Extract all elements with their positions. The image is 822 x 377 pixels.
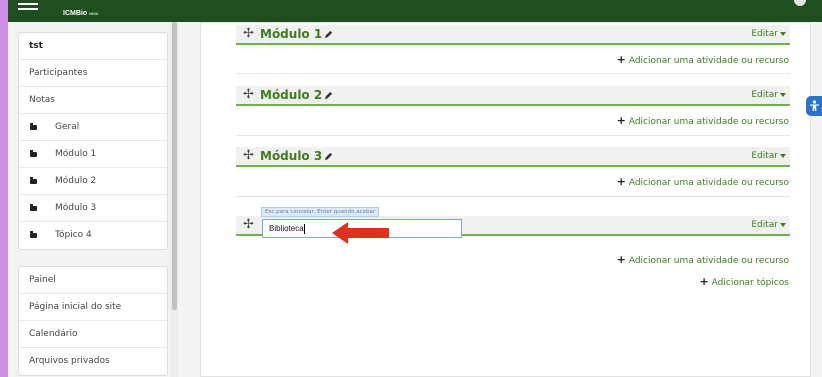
folder-icon (30, 177, 37, 184)
move-icon[interactable]: ✢ (243, 26, 254, 41)
nav-drawer: tst Participantes Notas Geral Módulo 1 M… (8, 22, 180, 377)
add-topics-link[interactable]: + Adicionar tópicos (699, 275, 789, 288)
add-activity-link[interactable]: + Adicionar uma atividade ou recurso (617, 114, 789, 127)
add-activity-label: Adicionar uma atividade ou recurso (628, 56, 789, 66)
add-activity-label: Adicionar uma atividade ou recurso (628, 178, 789, 188)
caret-down-icon (780, 92, 786, 97)
course-nav-block: tst Participantes Notas Geral Módulo 1 M… (18, 32, 168, 250)
text-cursor (303, 223, 305, 234)
add-activity-link[interactable]: + Adicionar uma atividade ou recurso (617, 175, 789, 188)
folder-icon (30, 204, 37, 211)
folder-icon (30, 231, 37, 238)
nav-item-geral[interactable]: Geral (19, 114, 167, 141)
annotation-arrow-icon (332, 222, 389, 244)
add-activity-link[interactable]: + Adicionar uma atividade ou recurso (617, 53, 789, 66)
nav-item-modulo-3[interactable]: Módulo 3 (19, 195, 167, 222)
section-header: ✢ Módulo 2 Editar (236, 86, 790, 106)
section-divider (236, 73, 790, 74)
nav-item-course[interactable]: tst (19, 33, 167, 60)
logo-sub: MMA (89, 11, 99, 16)
course-section: ✢ Módulo 1 Editar (236, 25, 790, 45)
add-activity-label: Adicionar uma atividade ou recurso (628, 117, 789, 127)
plus-icon: + (616, 253, 626, 266)
nav-item-arquivos[interactable]: Arquivos privados (19, 348, 167, 375)
accessibility-button[interactable] (806, 96, 822, 116)
nav-item-label: Módulo 3 (55, 203, 97, 213)
course-content: ✢ Módulo 1 Editar + Adicionar uma ativida… (200, 22, 811, 377)
course-section: ✢ Módulo 2 Editar (236, 86, 790, 106)
edit-menu[interactable]: Editar (751, 29, 786, 39)
edit-menu-label: Editar (751, 90, 778, 100)
move-icon[interactable]: ✢ (243, 217, 254, 232)
edit-menu-label: Editar (751, 220, 778, 230)
move-icon[interactable]: ✢ (243, 87, 254, 102)
nav-item-modulo-1[interactable]: Módulo 1 (19, 141, 167, 168)
pencil-icon[interactable] (324, 91, 333, 100)
edit-menu[interactable]: Editar (751, 151, 786, 161)
section-title[interactable]: Módulo 1 (260, 27, 322, 41)
nav-item-topico-4[interactable]: Tópico 4 (19, 222, 167, 249)
section-title[interactable]: Módulo 2 (260, 88, 322, 102)
nav-item-painel[interactable]: Painel (19, 267, 167, 294)
logo-brand: ICMBio (63, 10, 88, 17)
section-divider (236, 196, 790, 197)
section-divider (236, 135, 790, 136)
section-title-input-value: Biblioteca (269, 224, 304, 233)
nav-item-label: Notas (29, 95, 55, 105)
caret-down-icon (780, 222, 786, 227)
user-avatar[interactable] (794, 0, 806, 6)
section-header: ✢ Módulo 3 Editar (236, 147, 790, 167)
accessibility-icon (810, 100, 819, 111)
caret-down-icon (780, 153, 786, 158)
add-activity-label: Adicionar uma atividade ou recurso (628, 256, 789, 266)
move-icon[interactable]: ✢ (243, 148, 254, 163)
folder-icon (30, 150, 37, 157)
edit-menu-label: Editar (751, 151, 778, 161)
edit-menu[interactable]: Editar (751, 90, 786, 100)
site-nav-block: Painel Página inicial do site Calendário… (18, 266, 168, 376)
nav-item-participantes[interactable]: Participantes (19, 60, 167, 87)
nav-item-label: Painel (29, 275, 56, 285)
plus-icon: + (616, 53, 626, 66)
nav-item-label: Tópico 4 (55, 230, 92, 240)
edit-hint-tooltip: Esc para cancelar, Enter quando acabar (261, 207, 380, 217)
caret-down-icon (780, 31, 786, 36)
plus-icon: + (616, 114, 626, 127)
section-header: ✢ Módulo 1 Editar (236, 25, 790, 45)
nav-item-label: Módulo 1 (55, 149, 97, 159)
nav-item-label: Módulo 2 (55, 176, 97, 186)
pencil-icon[interactable] (324, 30, 333, 39)
pencil-icon[interactable] (324, 152, 333, 161)
add-topics-label: Adicionar tópicos (711, 278, 789, 288)
course-section: ✢ Módulo 3 Editar (236, 147, 790, 167)
plus-icon: + (699, 275, 709, 288)
section-title[interactable]: Módulo 3 (260, 149, 322, 163)
sidebar-scrollbar-thumb[interactable] (172, 22, 177, 310)
nav-item-label: Calendário (29, 329, 78, 339)
plus-icon: + (616, 175, 626, 188)
nav-item-label: tst (29, 41, 43, 51)
nav-item-calendario[interactable]: Calendário (19, 321, 167, 348)
edit-menu[interactable]: Editar (751, 220, 786, 230)
hamburger-icon[interactable] (18, 3, 38, 13)
nav-item-label: Página inicial do site (29, 302, 122, 312)
site-logo[interactable]: ICMBio MMA (63, 10, 98, 17)
top-navbar: ICMBio MMA (8, 0, 822, 22)
edit-menu-label: Editar (751, 29, 778, 39)
nav-item-label: Geral (55, 122, 80, 132)
nav-item-home[interactable]: Página inicial do site (19, 294, 167, 321)
folder-icon (30, 123, 37, 130)
add-activity-link[interactable]: + Adicionar uma atividade ou recurso (617, 253, 789, 266)
nav-item-label: Participantes (29, 68, 88, 78)
nav-item-modulo-2[interactable]: Módulo 2 (19, 168, 167, 195)
nav-item-notas[interactable]: Notas (19, 87, 167, 114)
nav-item-label: Arquivos privados (29, 356, 110, 366)
